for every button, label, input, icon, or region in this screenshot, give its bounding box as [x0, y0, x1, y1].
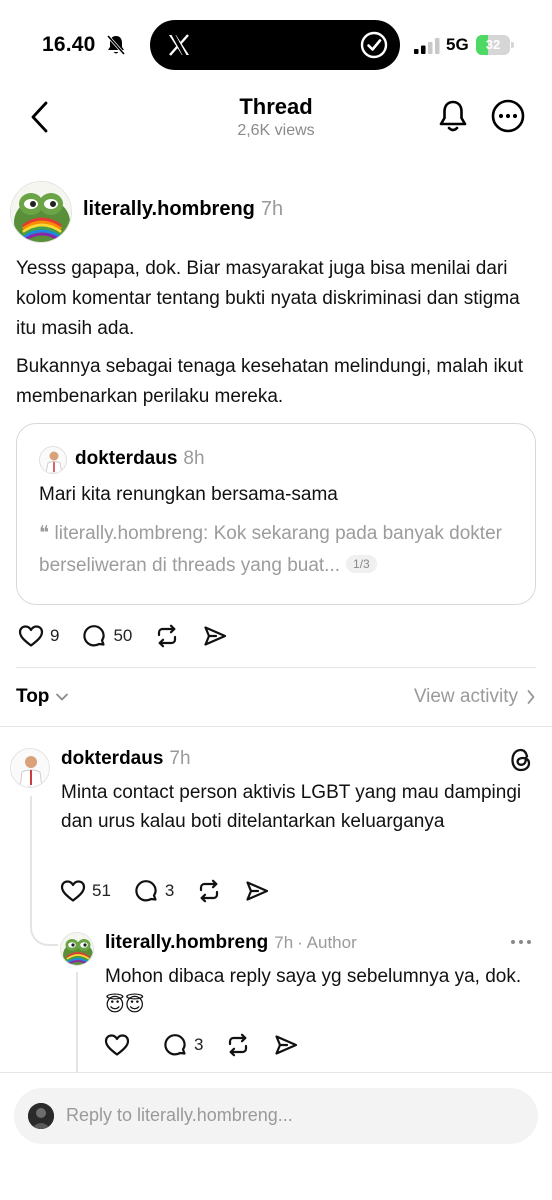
reply-author-avatar[interactable] [60, 932, 94, 966]
status-time: 16.40 [42, 33, 96, 56]
post-author-username[interactable]: literally.hombreng [83, 198, 255, 220]
reply-timestamp: 7h [274, 933, 294, 952]
section-divider [0, 1072, 552, 1073]
doctor-avatar-image [45, 451, 63, 473]
like-button[interactable]: 9 [18, 624, 59, 648]
nested-quote-text: ❝ literally.hombreng: Kok sekarang pada … [39, 523, 502, 576]
network-type: 5G [446, 35, 469, 54]
pepe-avatar-image [61, 933, 93, 965]
share-button[interactable] [273, 1032, 299, 1058]
quoted-post-text: Mari kita renungkan bersama-sama [39, 484, 338, 505]
send-icon [246, 881, 269, 901]
threads-logo-icon[interactable] [508, 746, 534, 774]
comment-icon [135, 880, 157, 902]
reply-author-row: literally.hombreng 7h · Author [105, 932, 357, 954]
reply-author-avatar[interactable] [10, 748, 50, 788]
reply-author-username[interactable]: literally.hombreng [105, 932, 268, 953]
repost-icon [158, 624, 177, 648]
like-button[interactable]: 51 [60, 879, 111, 903]
thread-line [30, 796, 32, 928]
x-logo-icon [169, 34, 189, 56]
comment-icon [164, 1034, 186, 1056]
author-tag: · Author [297, 933, 357, 952]
battery-level: 32 [485, 37, 501, 52]
doctor-avatar-image [11, 749, 49, 787]
reply-text: Minta contact person aktivis LGBT yang m… [61, 782, 522, 832]
quoted-author-row: dokterdaus 8h [75, 448, 205, 470]
repost-icon [229, 1033, 248, 1057]
reply-actions: 51 3 [60, 876, 292, 906]
page-badge: 1/3 [346, 555, 377, 573]
repost-button[interactable] [154, 623, 180, 649]
post-paragraph-1: Yesss gapapa, dok. Biar masyarakat juga … [16, 258, 520, 339]
reply-author-username[interactable]: dokterdaus [61, 748, 163, 769]
comment-button[interactable]: 3 [162, 1032, 203, 1058]
section-divider [0, 726, 552, 727]
reply-author-row: dokterdaus 7h [61, 748, 191, 770]
status-bar: 16.40 5G 32 [0, 0, 552, 88]
dynamic-island [150, 20, 400, 70]
comment-count: 3 [164, 881, 175, 900]
view-activity-label: View activity [413, 686, 518, 707]
send-icon [275, 1035, 298, 1055]
comment-icon [83, 625, 106, 647]
post-author-avatar[interactable] [10, 181, 72, 243]
thread-header: Thread 2,6K views [0, 88, 552, 150]
view-activity-link[interactable]: View activity [414, 686, 536, 708]
battery-icon: 32 [476, 35, 514, 55]
repost-icon [200, 879, 219, 903]
post-actions: 9 50 [18, 621, 250, 651]
post-paragraph-2: Bukannya sebagai tenaga kesehatan melind… [16, 356, 524, 407]
heart-icon [104, 1034, 130, 1056]
send-icon [204, 626, 227, 646]
comment-button[interactable]: 50 [81, 623, 132, 649]
share-button[interactable] [202, 623, 228, 649]
heart-icon [18, 625, 44, 647]
like-count: 9 [50, 626, 60, 645]
signal-icon [414, 38, 440, 54]
repost-button[interactable] [225, 1032, 251, 1058]
thread-connector [30, 918, 58, 946]
more-options-icon[interactable] [508, 932, 534, 952]
reply-input-placeholder[interactable]: Reply to literally.hombreng... [66, 1105, 293, 1126]
check-circle-icon [360, 31, 388, 59]
sort-dropdown[interactable]: Top [16, 686, 69, 708]
more-options-icon[interactable] [490, 98, 526, 134]
section-divider [16, 667, 536, 668]
chevron-down-icon [56, 693, 69, 701]
heart-icon [60, 880, 86, 902]
sort-label: Top [16, 686, 50, 707]
comment-button[interactable]: 3 [133, 878, 174, 904]
thread-line [76, 972, 78, 1072]
comment-count: 50 [113, 626, 133, 645]
chevron-right-icon [527, 690, 535, 704]
current-user-avatar [28, 1103, 54, 1129]
reply-text: Mohon dibaca reply saya yg sebelumnya ya… [105, 966, 522, 1016]
repost-button[interactable] [196, 878, 222, 904]
reply-actions: 3 [104, 1030, 321, 1060]
reply-composer[interactable]: Reply to literally.hombreng... [14, 1088, 538, 1144]
notification-bell-icon[interactable] [436, 98, 470, 134]
like-button[interactable] [104, 1033, 130, 1057]
comment-count: 3 [194, 1035, 204, 1054]
quoted-timestamp: 8h [183, 448, 205, 469]
post-timestamp: 7h [260, 198, 284, 220]
share-button[interactable] [244, 878, 270, 904]
quoted-author-username[interactable]: dokterdaus [75, 448, 177, 469]
pepe-avatar-image [11, 182, 71, 242]
like-count: 51 [92, 881, 111, 900]
quoted-author-avatar[interactable] [39, 446, 67, 474]
user-avatar-image [28, 1103, 54, 1129]
nested-quote: ❝ literally.hombreng: Kok sekarang pada … [39, 518, 519, 582]
bell-off-icon [106, 35, 126, 55]
reply-timestamp: 7h [169, 748, 191, 769]
post-author-row: literally.hombreng 7h [83, 198, 283, 221]
quoted-post-card[interactable]: dokterdaus 8h Mari kita renungkan bersama… [16, 423, 536, 605]
